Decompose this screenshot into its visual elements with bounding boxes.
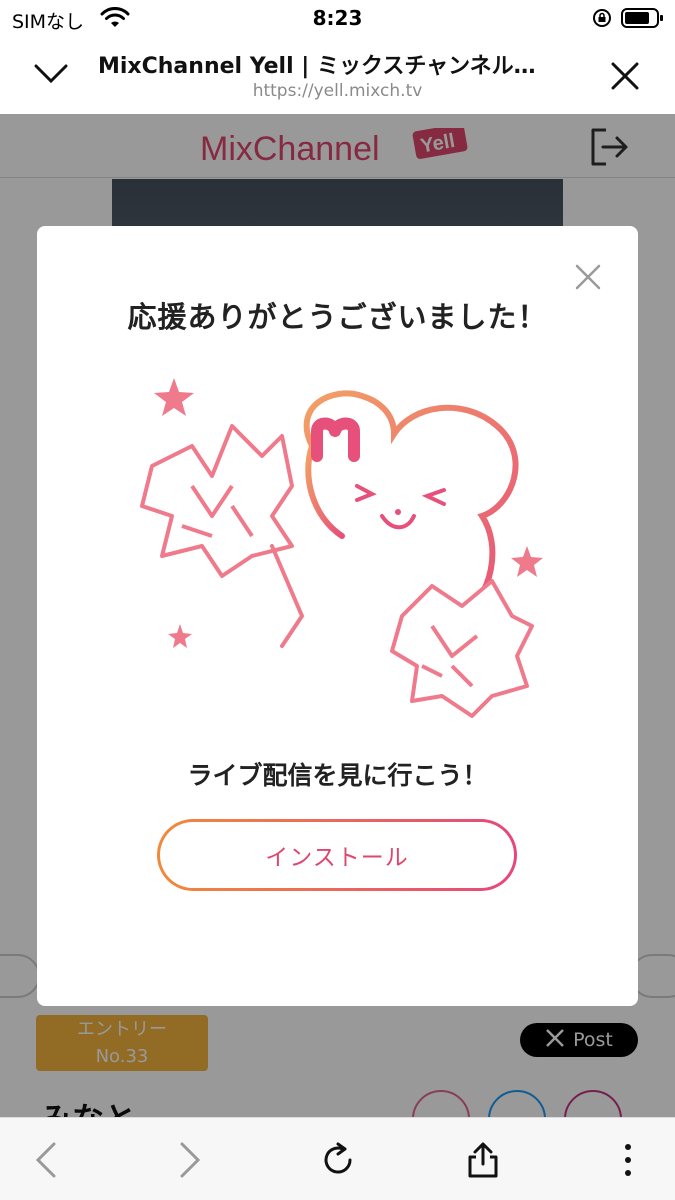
browser-toolbar bbox=[0, 1117, 675, 1200]
page-title: MixChannel Yell | ミックスチャンネル… bbox=[98, 54, 536, 79]
cheering-mascot-illustration bbox=[132, 366, 552, 730]
more-icon[interactable] bbox=[622, 1142, 634, 1182]
close-icon[interactable] bbox=[611, 62, 639, 94]
status-bar: SIMなし 8:23 bbox=[0, 0, 675, 36]
thank-you-modal: 応援ありがとうございました！ ライブ配信を見に行こう！ インストール bbox=[37, 226, 638, 1006]
modal-close-icon[interactable] bbox=[575, 264, 601, 294]
install-button[interactable]: インストール bbox=[157, 819, 517, 891]
orientation-lock-icon bbox=[592, 8, 612, 32]
install-button-label: インストール bbox=[160, 822, 514, 888]
share-icon[interactable] bbox=[466, 1142, 500, 1182]
modal-subtitle: ライブ配信を見に行こう！ bbox=[187, 761, 488, 790]
back-icon[interactable] bbox=[34, 1142, 58, 1182]
browser-header: MixChannel Yell | ミックスチャンネル… https://yel… bbox=[0, 36, 675, 114]
forward-icon[interactable] bbox=[178, 1142, 202, 1182]
reload-icon[interactable] bbox=[320, 1142, 356, 1182]
modal-title: 応援ありがとうございました！ bbox=[127, 300, 548, 334]
battery-icon bbox=[621, 7, 665, 33]
page-url[interactable]: https://yell.mixch.tv bbox=[0, 81, 675, 101]
clock: 8:23 bbox=[312, 6, 363, 30]
